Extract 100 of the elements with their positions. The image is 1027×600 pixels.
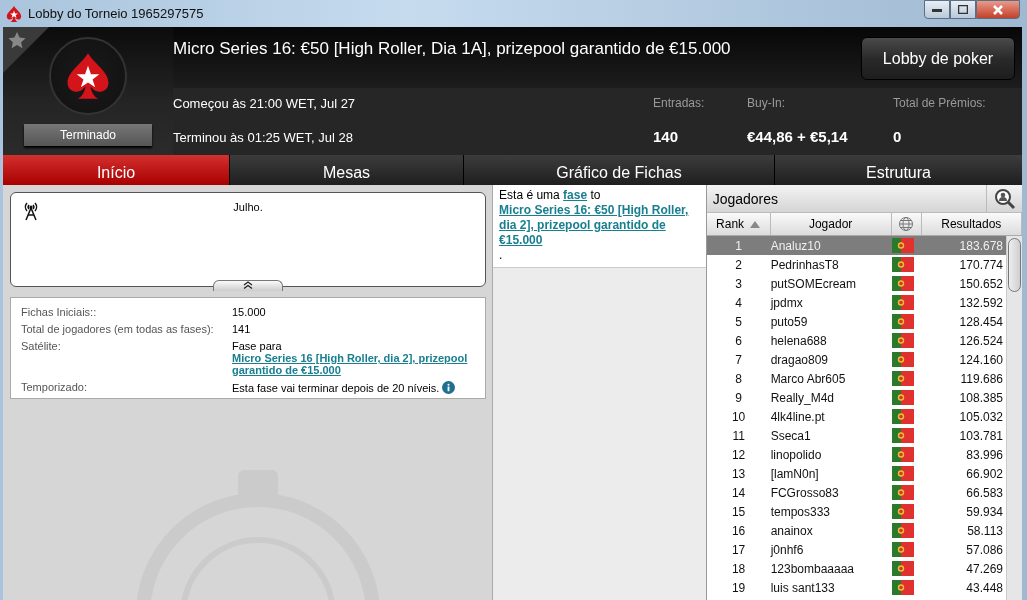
flag-icon	[891, 428, 914, 443]
flag-icon	[891, 447, 914, 462]
player-row[interactable]: 8 Marco Abr605 119.686	[706, 369, 1006, 388]
flag-icon	[891, 580, 914, 595]
tab[interactable]: Início	[3, 155, 229, 185]
info-icon[interactable]	[442, 381, 456, 394]
link[interactable]: Micro Series 16 [High Roller, dia 2], prizepool garantido de €15.000	[232, 352, 476, 376]
flag-icon	[891, 542, 914, 557]
detail-value: 141	[232, 323, 252, 335]
stat-value: 140	[653, 128, 680, 145]
player-row[interactable]: 18 123bombaaaaa 47.269	[706, 559, 1006, 578]
player-row[interactable]: 15 tempos333 59.934	[706, 502, 1006, 521]
result-text: 128.454	[958, 314, 1004, 329]
player-row[interactable]: 17 j0nhf6 57.086	[706, 540, 1006, 559]
result-text: 183.678	[958, 238, 1004, 253]
player-row[interactable]: 3 putSOMEcream 150.652	[706, 274, 1006, 293]
player-row[interactable]: 2 PedrinhasT8 170.774	[706, 255, 1006, 274]
rank-text: 4	[734, 295, 743, 310]
flag-icon	[891, 352, 914, 367]
rank-text: 5	[734, 314, 743, 329]
maximize-button[interactable]	[950, 0, 976, 19]
rank-text: 14	[730, 485, 747, 500]
result-text: 58.113	[966, 523, 1004, 538]
result-text: 150.652	[958, 276, 1004, 291]
link[interactable]: Micro Series 16: €50 [High Roller, dia 2], prizepool garantido de €15.000	[499, 203, 700, 248]
rank-text: 15	[730, 504, 747, 519]
tab[interactable]: Gráfico de Fichas	[464, 155, 774, 185]
rank-text: 17	[730, 542, 747, 557]
minimize-button[interactable]	[924, 0, 950, 19]
player-name: Analuz10	[770, 238, 822, 253]
flag-icon	[891, 295, 914, 310]
player-row[interactable]: 12 linopolido 83.996	[706, 445, 1006, 464]
player-name: tempos333	[770, 504, 831, 519]
result-text: 126.524	[958, 333, 1004, 348]
player-row[interactable]: 14 FCGrosso83 66.583	[706, 483, 1006, 502]
poker-lobby-button[interactable]: Lobby de poker	[861, 37, 1015, 80]
player-name: j0nhf6	[770, 542, 805, 557]
result-text: 105.032	[958, 409, 1004, 424]
player-name: FCGrosso83	[770, 485, 840, 500]
rank-text: 9	[734, 390, 743, 405]
result-text: 66.583	[965, 485, 1004, 500]
player-row[interactable]: 7 dragao809 124.160	[706, 350, 1006, 369]
detail-value: 15.000	[232, 306, 267, 318]
player-row[interactable]: 6 helena688 126.524	[706, 331, 1006, 350]
flag-icon	[891, 276, 914, 291]
rank-text: 19	[730, 580, 747, 595]
rank-text: 16	[730, 523, 747, 538]
spade-logo-icon	[65, 51, 111, 101]
flag-icon	[891, 409, 914, 424]
link[interactable]: fase	[563, 188, 588, 202]
column-header[interactable]: Rank	[706, 213, 771, 235]
rank-text: 11	[731, 428, 746, 443]
tab[interactable]: Estrutura	[775, 155, 1022, 185]
collapse-button[interactable]	[213, 280, 283, 291]
player-name: puto59	[770, 314, 809, 329]
player-name: helena688	[770, 333, 828, 348]
flag-icon	[891, 257, 914, 272]
news-text: Julho.	[232, 201, 264, 215]
player-row[interactable]: 16 anainox 58.113	[706, 521, 1006, 540]
flag-icon	[891, 485, 914, 500]
players-title: Jogadores	[711, 190, 779, 209]
player-name: anainox	[770, 523, 814, 538]
detail-value: Esta fase vai terminar depois de 20 níveis.	[232, 381, 476, 394]
player-row[interactable]: 5 puto59 128.454	[706, 312, 1006, 331]
result-text: 170.774	[958, 257, 1004, 272]
tab[interactable]: Mesas	[230, 155, 463, 185]
player-name: luis sant133	[770, 580, 836, 595]
detail-value: Fase para Micro Series 16 [High Roller, dia 2], prizepool garantido de €15.000	[232, 340, 476, 376]
date-text: Começou às 21:00 WET, Jul 27	[173, 96, 357, 111]
player-name: 4lk4line.pt	[770, 409, 826, 424]
scrollbar[interactable]	[1006, 236, 1022, 600]
result-text: 108.385	[958, 390, 1004, 405]
column-header[interactable]: Jogador	[770, 213, 892, 235]
player-row[interactable]: 9 Really_M4d 108.385	[706, 388, 1006, 407]
player-row[interactable]: 10 4lk4line.pt 105.032	[706, 407, 1006, 426]
player-row[interactable]: 13 [lamN0n] 66.902	[706, 464, 1006, 483]
result-text: 124.160	[958, 352, 1004, 367]
player-row[interactable]: 1 Analuz10 183.678	[706, 236, 1006, 255]
tournament-title: Micro Series 16: €50 [High Roller, Dia 1A], prizepool garantido de €15.000	[173, 39, 731, 59]
date-text: Terminou às 01:25 WET, Jul 28	[173, 130, 354, 145]
player-row[interactable]: 11 Sseca1 103.781	[706, 426, 1006, 445]
status-ribbon: Terminado	[24, 124, 152, 146]
player-name: 123bombaaaaa	[770, 561, 856, 576]
stat-label: Buy-In:	[747, 96, 786, 110]
player-row[interactable]: 19 luis sant133 43.448	[706, 578, 1006, 597]
flag-icon	[891, 390, 914, 405]
result-text: 43.448	[965, 580, 1004, 595]
player-name: Really_M4d	[770, 390, 835, 405]
result-text: 119.686	[959, 371, 1004, 386]
detail-label: Satélite:	[21, 340, 62, 354]
detail-label: Total de jogadores (em todas as fases):	[21, 323, 215, 335]
player-row[interactable]: 4 jpdmx 132.592	[706, 293, 1006, 312]
player-name: jpdmx	[770, 295, 804, 310]
column-header[interactable]: Resultados	[921, 213, 1022, 235]
rank-text: 6	[734, 333, 743, 348]
stat-value: €44,86 + €5,14	[747, 128, 849, 145]
close-button[interactable]	[976, 0, 1020, 19]
rank-text: 3	[734, 276, 743, 291]
favorite-star-icon[interactable]	[3, 27, 49, 73]
result-text: 59.934	[965, 504, 1004, 519]
